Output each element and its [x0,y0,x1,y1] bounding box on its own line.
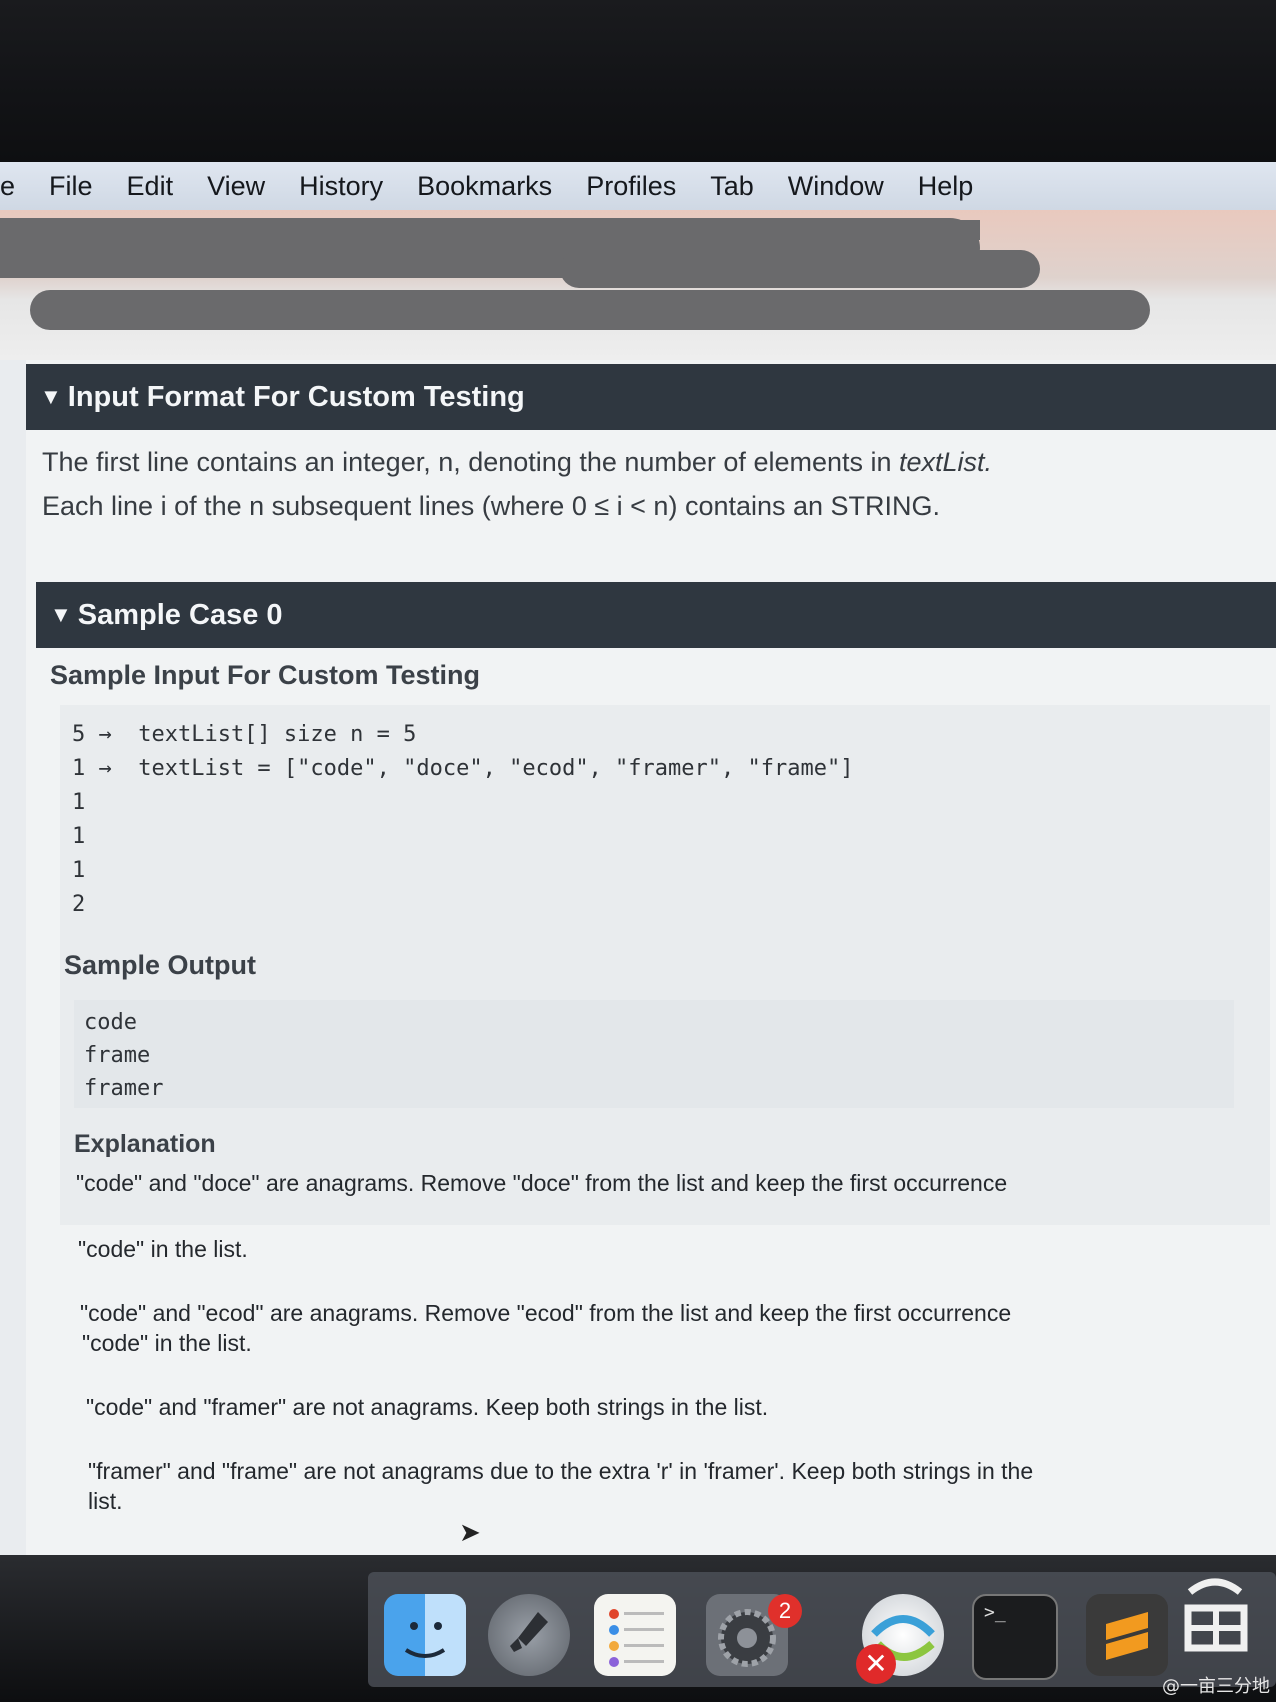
sample-input-line: 1 → textList = ["code", "doce", "ecod", … [72,756,854,781]
sample-input-line: 1 [72,790,86,815]
sample-input-line: 2 [72,892,86,917]
menu-view[interactable]: View [207,171,265,202]
sample-output-heading: Sample Output [64,950,257,980]
watermark-text: @一亩三分地 [1162,1676,1270,1697]
watermark-logo [1184,1578,1248,1652]
finder-icon[interactable] [384,1594,466,1676]
menu-tab[interactable]: Tab [710,171,754,202]
collapse-triangle-icon: ▼ [40,384,62,409]
input-format-text: The first line contains an integer, n, d… [42,440,1242,528]
sample-case-header[interactable]: ▼ Sample Case 0 [36,582,1276,648]
problem-content: ▼ Input Format For Custom Testing The fi… [26,360,1276,1570]
menu-app-name[interactable]: e [0,171,15,202]
terminal-icon[interactable]: >_ [972,1594,1058,1680]
sublime-text-icon[interactable] [1086,1594,1168,1676]
explanation-line: "framer" and "frame" are not anagrams du… [88,1458,1034,1484]
input-format-header[interactable]: ▼ Input Format For Custom Testing [26,364,1276,430]
redaction-mark [30,290,1150,330]
sample-output-box [74,1000,1234,1108]
menu-window[interactable]: Window [788,171,884,202]
collapse-triangle-icon: ▼ [50,602,72,627]
explanation-line: "code" in the list. [82,1330,252,1356]
sublime-s-icon [1106,1612,1148,1660]
problem-page: ▼ Input Format For Custom Testing The fi… [0,360,1276,1570]
menu-help[interactable]: Help [918,171,974,202]
menu-bar: e File Edit View History Bookmarks Profi… [0,162,1276,210]
explanation-line: list. [88,1488,123,1514]
explanation-heading: Explanation [74,1130,216,1158]
sample-output-line: code [84,1010,137,1035]
rocket-icon [510,1612,548,1652]
input-format-title: Input Format For Custom Testing [67,380,525,413]
sample-input-line: 1 [72,824,86,849]
menu-bookmarks[interactable]: Bookmarks [417,171,552,202]
launchpad-icon[interactable] [488,1594,570,1676]
redaction-mark [600,220,980,240]
explanation-line: "code" and "doce" are anagrams. Remove "… [76,1170,1008,1196]
browser-toolbar [0,210,1276,360]
screen-bezel [0,0,1276,162]
input-format-line-1: The first line contains an integer, n, d… [42,447,993,477]
mouse-pointer-icon: ➤ [459,1518,481,1548]
sample-output-line: frame [84,1043,151,1068]
menu-file[interactable]: File [49,171,93,202]
sample-input-line: 5 → textList[] size n = 5 [72,722,417,747]
finder-face-icon [404,1622,446,1658]
sample-input-heading: Sample Input For Custom Testing [50,660,481,690]
terminal-prompt: >_ [984,1602,1006,1623]
redaction-mark [560,250,1040,288]
reminders-icon[interactable] [594,1594,676,1676]
sample-input-line: 1 [72,858,86,883]
error-icon: ✕ [856,1644,896,1684]
explanation-line: "code" and "ecod" are anagrams. Remove "… [80,1300,1012,1326]
menu-edit[interactable]: Edit [127,171,174,202]
menu-profiles[interactable]: Profiles [586,171,676,202]
explanation-line: "code" in the list. [78,1236,248,1262]
explanation-line: "code" and "framer" are not anagrams. Ke… [86,1394,769,1420]
sample-output-line: framer [84,1076,164,1101]
menu-history[interactable]: History [299,171,383,202]
notification-badge: 2 [768,1594,802,1628]
input-format-line-2: Each line i of the n subsequent lines (w… [42,491,941,521]
sample-case-title: Sample Case 0 [77,598,283,631]
reminders-list-icon [609,1609,664,1667]
